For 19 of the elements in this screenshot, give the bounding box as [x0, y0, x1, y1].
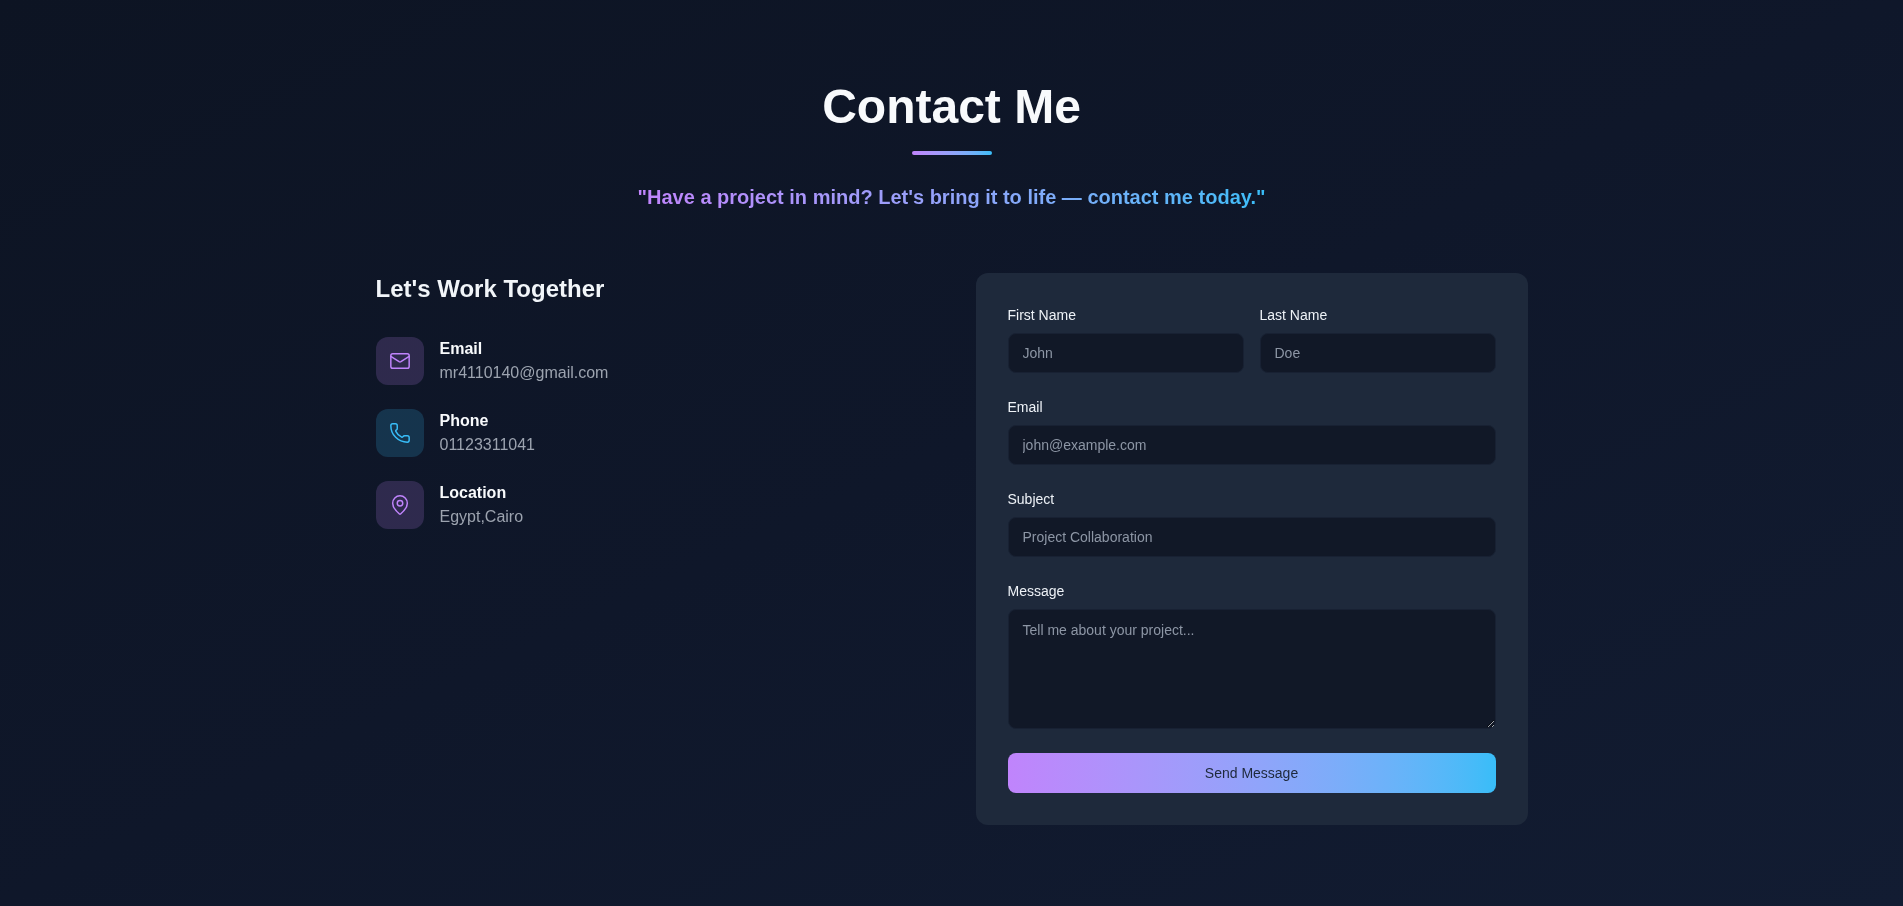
text-input[interactable]: john@example.com	[1007, 425, 1496, 465]
contact-value: mr4110140@gmail.com	[439, 363, 609, 383]
contact-label: Email	[439, 339, 484, 359]
field-label: Email	[1007, 398, 1044, 417]
send-button[interactable]: Send Message	[1007, 753, 1496, 793]
contact-label: Phone	[439, 411, 490, 431]
text-input[interactable]: John	[1007, 333, 1244, 373]
field-label: First Name	[1007, 306, 1077, 325]
message-textarea[interactable]: Tell me about your project...	[1007, 609, 1496, 729]
contact-label: Location	[439, 483, 508, 503]
contact-value: Egypt,Cairo	[439, 507, 524, 527]
text-input[interactable]: Doe	[1259, 333, 1496, 373]
field-label: Subject	[1007, 490, 1056, 509]
field-label: Message	[1007, 582, 1066, 601]
contact-value: 01123311041	[439, 435, 535, 455]
page-title: Contact Me	[822, 83, 1081, 131]
text-input[interactable]: Project Collaboration	[1007, 517, 1496, 557]
section-heading: Let's Work Together	[375, 274, 606, 304]
field-label: Last Name	[1259, 306, 1329, 325]
